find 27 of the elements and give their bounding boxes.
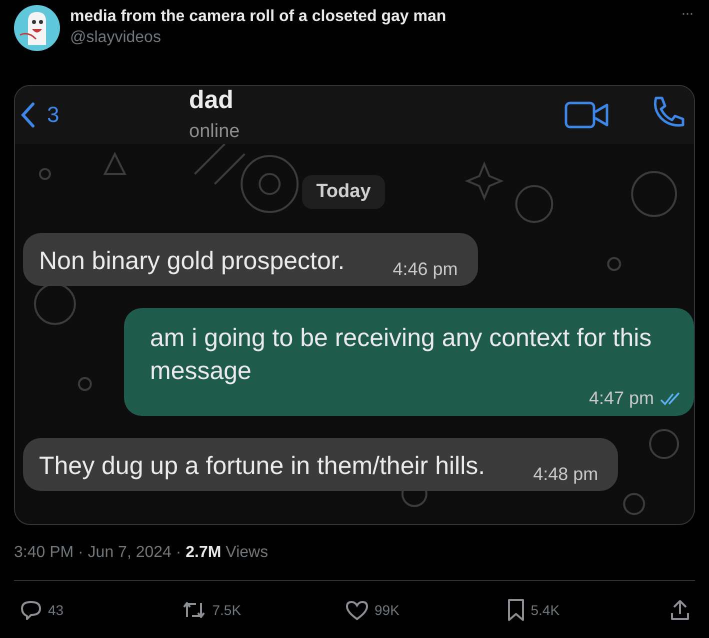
post-timestamp: 3:40 PM · Jun 7, 2024 · 2.7M Views (14, 544, 270, 563)
message-time: 4:46 pm (392, 259, 458, 280)
reply-button[interactable]: 43 (20, 599, 180, 621)
video-camera-icon (564, 100, 610, 130)
contact-status: online (189, 121, 241, 143)
avatar-icon[interactable] (14, 5, 60, 51)
bookmark-icon (506, 598, 525, 622)
contact-name: dad (189, 86, 234, 115)
author-name[interactable]: media from the camera roll of a closeted gay man (70, 8, 669, 26)
message-text: Non binary gold prospector. (39, 247, 345, 277)
message-text: am i going to be receiving any context for this message (150, 323, 653, 386)
author-handle[interactable]: @slayvideos (70, 29, 669, 47)
repost-icon (182, 599, 206, 621)
heart-icon (344, 599, 368, 621)
share-icon (669, 598, 691, 622)
more-button[interactable]: ··· (679, 5, 695, 22)
like-button[interactable]: 99K (344, 599, 504, 621)
back-icon (21, 102, 35, 128)
share-button[interactable] (669, 598, 691, 622)
repost-button[interactable]: 7.5K (182, 599, 342, 621)
date-divider: Today (302, 175, 385, 209)
message-text: They dug up a fortune in them/their hills. (39, 452, 486, 482)
speech-bubble-icon (20, 599, 42, 621)
message-time: 4:48 pm (533, 464, 598, 486)
message-time: 4:47 pm (588, 387, 654, 410)
bookmark-button[interactable]: 5.4K (506, 598, 667, 622)
unread-count: 3 (47, 102, 60, 128)
